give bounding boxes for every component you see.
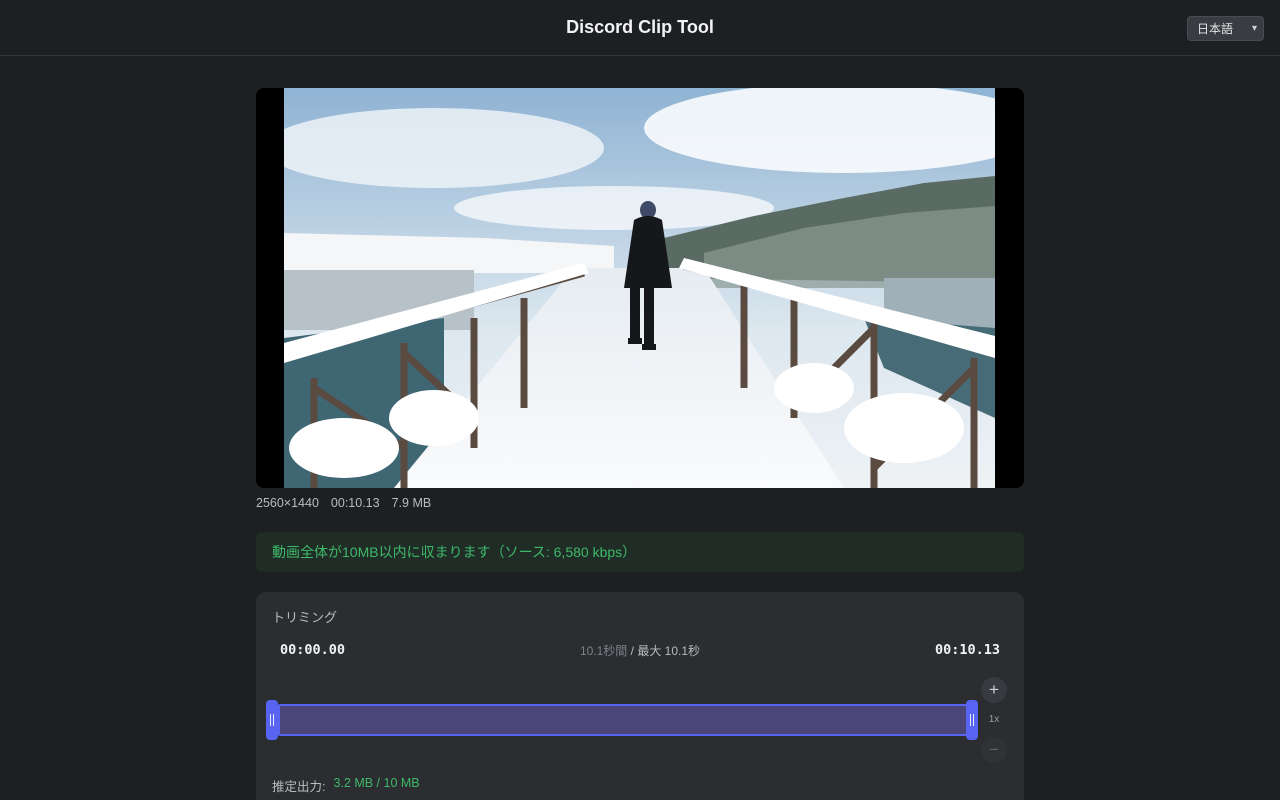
language-select[interactable]: 日本語 ▾ bbox=[1187, 16, 1264, 41]
trim-end-handle[interactable] bbox=[966, 700, 978, 740]
estimated-output-label: 推定出力: bbox=[272, 780, 326, 794]
language-select-value: 日本語 bbox=[1197, 22, 1234, 36]
video-player[interactable] bbox=[256, 88, 1024, 488]
zoom-out-button[interactable]: − bbox=[981, 737, 1007, 763]
trim-end-time[interactable]: 00:10.13 bbox=[935, 642, 1000, 658]
video-resolution: 2560×1440 bbox=[256, 496, 319, 510]
trim-duration: 10.1秒間 / 最大 10.1秒 bbox=[256, 642, 1024, 659]
size-fit-banner: 動画全体が10MB以内に収まります（ソース: 6,580 kbps） bbox=[256, 532, 1024, 572]
app-header: Discord Clip Tool 日本語 ▾ bbox=[0, 0, 1280, 56]
trim-panel: トリミング 00:00.00 10.1秒間 / 最大 10.1秒 00:10.1… bbox=[256, 592, 1024, 800]
video-frame-image bbox=[284, 88, 995, 488]
trim-start-handle[interactable] bbox=[266, 700, 278, 740]
video-duration: 00:10.13 bbox=[330, 496, 380, 510]
zoom-in-button[interactable]: + bbox=[981, 677, 1007, 703]
duration-separator: / bbox=[627, 644, 638, 658]
estimated-output: 推定出力: 3.2 MB / 10 MB bbox=[272, 776, 420, 795]
zoom-level: 1x bbox=[988, 714, 1000, 725]
estimated-output-value: 3.2 MB / 10 MB bbox=[333, 776, 420, 790]
video-metadata: 2560×1440 00:10.13 7.9 MB bbox=[256, 496, 431, 512]
trim-selection-range[interactable] bbox=[278, 704, 972, 736]
trim-panel-title: トリミング bbox=[272, 610, 338, 625]
chevron-down-icon: ▾ bbox=[1251, 23, 1257, 34]
selected-duration: 10.1秒間 bbox=[579, 644, 628, 658]
grip-icon bbox=[270, 714, 274, 726]
grip-icon bbox=[970, 714, 974, 726]
app-title: Discord Clip Tool bbox=[566, 17, 714, 37]
video-file-size: 7.9 MB bbox=[391, 496, 432, 510]
max-duration: 最大 10.1秒 bbox=[637, 644, 701, 658]
size-fit-message: 動画全体が10MB以内に収まります（ソース: 6,580 kbps） bbox=[272, 544, 637, 560]
